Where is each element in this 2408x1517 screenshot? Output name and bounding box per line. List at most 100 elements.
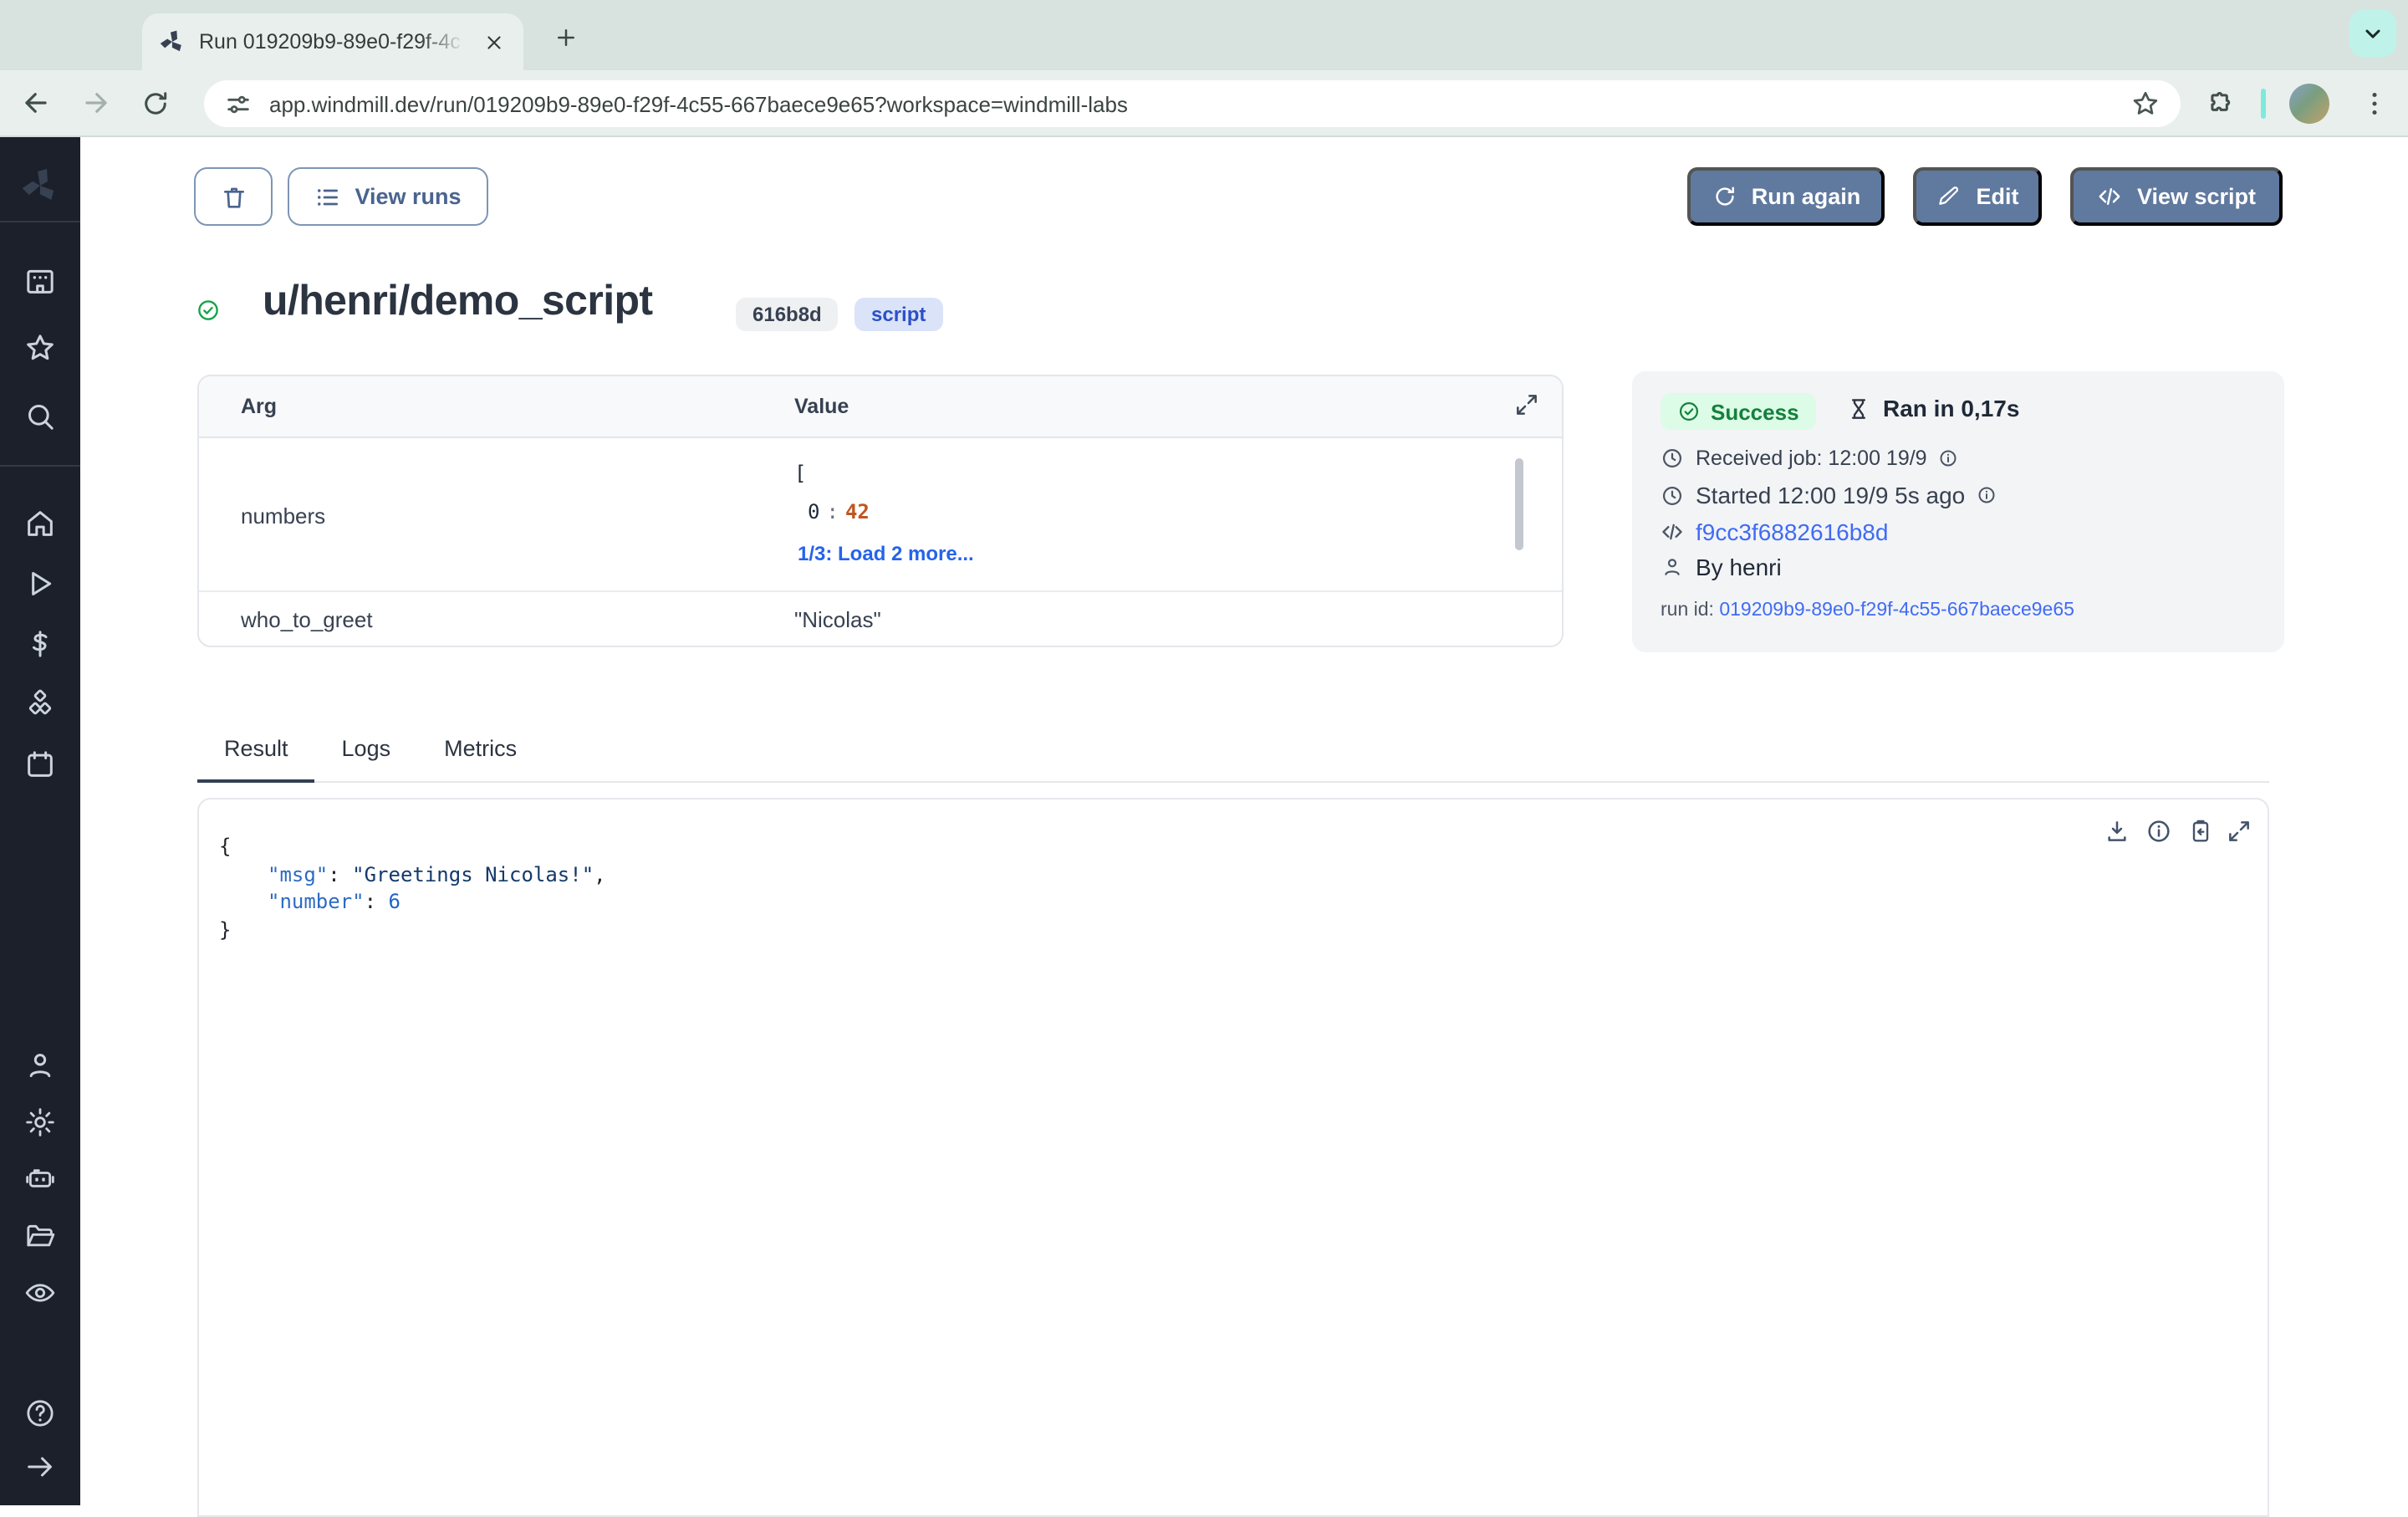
view-script-button[interactable]: View script: [2070, 167, 2283, 226]
json-colon: :: [819, 500, 844, 524]
result-json: { "msg": "Greetings Nicolas!", "number":…: [219, 833, 606, 943]
run-again-button[interactable]: Run again: [1687, 167, 1885, 226]
tab-strip: Run 019209b9-89e0-f29f-4c: [0, 0, 2408, 70]
load-more-link[interactable]: 1/3: Load 2 more...: [798, 542, 974, 565]
tab-logs-label: Logs: [342, 736, 391, 761]
status-panel: Success Ran in 0,17s Received job: 12:00…: [1632, 371, 2284, 652]
browser-toolbar: app.windmill.dev/run/019209b9-89e0-f29f-…: [0, 70, 2408, 137]
tab-result[interactable]: Result: [197, 736, 315, 781]
view-runs-button[interactable]: View runs: [288, 167, 488, 226]
favorites-star-icon[interactable]: [23, 331, 57, 365]
bookmark-star-icon[interactable]: [2130, 89, 2161, 119]
variables-dollar-icon[interactable]: [23, 627, 57, 661]
kind-badge: script: [855, 298, 942, 331]
trash-icon: [220, 183, 247, 210]
back-button[interactable]: [10, 78, 60, 128]
json-number-value: 6: [389, 890, 400, 913]
json-key: "number": [268, 890, 365, 913]
tab-logs[interactable]: Logs: [315, 736, 418, 781]
edit-label: Edit: [1977, 184, 2019, 209]
run-again-label: Run again: [1752, 184, 1861, 209]
delete-run-button[interactable]: [194, 167, 273, 226]
search-icon[interactable]: [23, 400, 57, 433]
view-runs-label: View runs: [355, 184, 461, 209]
workspace-icon[interactable]: [23, 264, 57, 298]
download-icon[interactable]: [2104, 818, 2130, 845]
received-job-text: Received job: 12:00 19/9: [1696, 447, 1927, 470]
arg-name: who_to_greet: [241, 607, 373, 632]
tab-result-label: Result: [224, 736, 288, 761]
sidebar: [0, 137, 80, 1505]
new-tab-button[interactable]: [543, 15, 587, 59]
received-job-line: Received job: 12:00 19/9: [1661, 447, 1959, 470]
address-bar[interactable]: app.windmill.dev/run/019209b9-89e0-f29f-…: [204, 80, 2181, 127]
check-circle-icon: [1677, 400, 1701, 423]
run-id-line: run id: 019209b9-89e0-f29f-4c55-667baece…: [1661, 600, 2074, 621]
tab-search-button[interactable]: [2349, 10, 2396, 57]
main-content: View runs Run again Edit View script u/h…: [80, 137, 2408, 1505]
started-line: Started 12:00 19/9 5s ago: [1661, 482, 1997, 508]
users-person-icon[interactable]: [23, 1049, 57, 1082]
tab-metrics[interactable]: Metrics: [417, 736, 543, 781]
view-script-label: View script: [2137, 184, 2256, 209]
json-open-brace: {: [219, 835, 231, 858]
person-icon: [1661, 555, 1684, 579]
run-id-link[interactable]: 019209b9-89e0-f29f-4c55-667baece9e65: [1719, 600, 2074, 621]
clock-icon: [1661, 447, 1684, 470]
author-text: By henri: [1696, 554, 1782, 580]
windmill-logo[interactable]: [20, 166, 60, 206]
tab-title: Run 019209b9-89e0-f29f-4c: [199, 30, 470, 54]
site-settings-icon[interactable]: [224, 89, 253, 118]
run-duration: Ran in 0,17s: [1846, 395, 2019, 421]
browser-window: Run 019209b9-89e0-f29f-4c app.windmill.d…: [0, 0, 2408, 1505]
script-hash-line: f9cc3f6882616b8d: [1661, 518, 1888, 545]
help-icon[interactable]: [23, 1397, 57, 1430]
info-icon[interactable]: [1977, 485, 1997, 505]
forward-button[interactable]: [70, 78, 120, 128]
home-icon[interactable]: [23, 507, 57, 540]
hourglass-icon: [1846, 396, 1871, 421]
edit-button[interactable]: Edit: [1913, 167, 2042, 226]
browser-tab[interactable]: Run 019209b9-89e0-f29f-4c: [142, 13, 523, 70]
folders-icon[interactable]: [23, 1219, 57, 1253]
workers-robot-icon[interactable]: [23, 1162, 57, 1196]
script-hash-link[interactable]: f9cc3f6882616b8d: [1696, 518, 1888, 545]
table-row: who_to_greet "Nicolas": [199, 590, 1562, 647]
copy-clipboard-icon[interactable]: [2187, 818, 2214, 845]
json-item: 0:42: [808, 500, 870, 524]
sidebar-divider: [0, 221, 80, 222]
resources-cubes-icon[interactable]: [23, 687, 57, 721]
runs-list-icon: [314, 183, 341, 210]
code-icon: [2097, 183, 2124, 210]
table-row: numbers [ 0:42 1/3: Load 2 more...: [199, 438, 1562, 590]
success-check-icon: [196, 298, 221, 323]
toolbar-separator: [2261, 89, 2266, 119]
settings-gear-icon[interactable]: [23, 1106, 57, 1139]
tab-close-icon[interactable]: [480, 28, 507, 55]
runs-play-icon[interactable]: [23, 567, 57, 600]
schedules-calendar-icon[interactable]: [23, 748, 57, 781]
browser-menu-icon[interactable]: [2358, 85, 2391, 122]
json-close-brace: }: [219, 917, 231, 941]
info-icon[interactable]: [1939, 448, 1959, 468]
expand-result-icon[interactable]: [2226, 818, 2252, 845]
json-comma: ,: [594, 862, 605, 886]
status-badge-label: Success: [1711, 399, 1799, 424]
cell-scrollbar[interactable]: [1515, 458, 1523, 550]
args-table: Arg Value numbers [ 0:42 1/3: Load 2 mor…: [197, 375, 1564, 647]
author-line: By henri: [1661, 554, 1782, 580]
json-index: 0: [808, 500, 819, 524]
version-badge: 616b8d: [736, 298, 839, 331]
arg-name: numbers: [241, 503, 325, 529]
clock-icon: [1661, 483, 1684, 507]
expand-sidebar-arrow-icon[interactable]: [23, 1450, 57, 1484]
audit-eye-icon[interactable]: [23, 1276, 57, 1310]
url-text[interactable]: app.windmill.dev/run/019209b9-89e0-f29f-…: [269, 91, 2130, 116]
refresh-icon: [1712, 183, 1738, 210]
extensions-icon[interactable]: [2204, 87, 2237, 120]
expand-args-icon[interactable]: [1513, 391, 1540, 418]
status-badge: Success: [1661, 393, 1816, 430]
refresh-button[interactable]: [130, 78, 181, 128]
info-circle-icon[interactable]: [2145, 818, 2172, 845]
profile-avatar[interactable]: [2289, 84, 2329, 124]
